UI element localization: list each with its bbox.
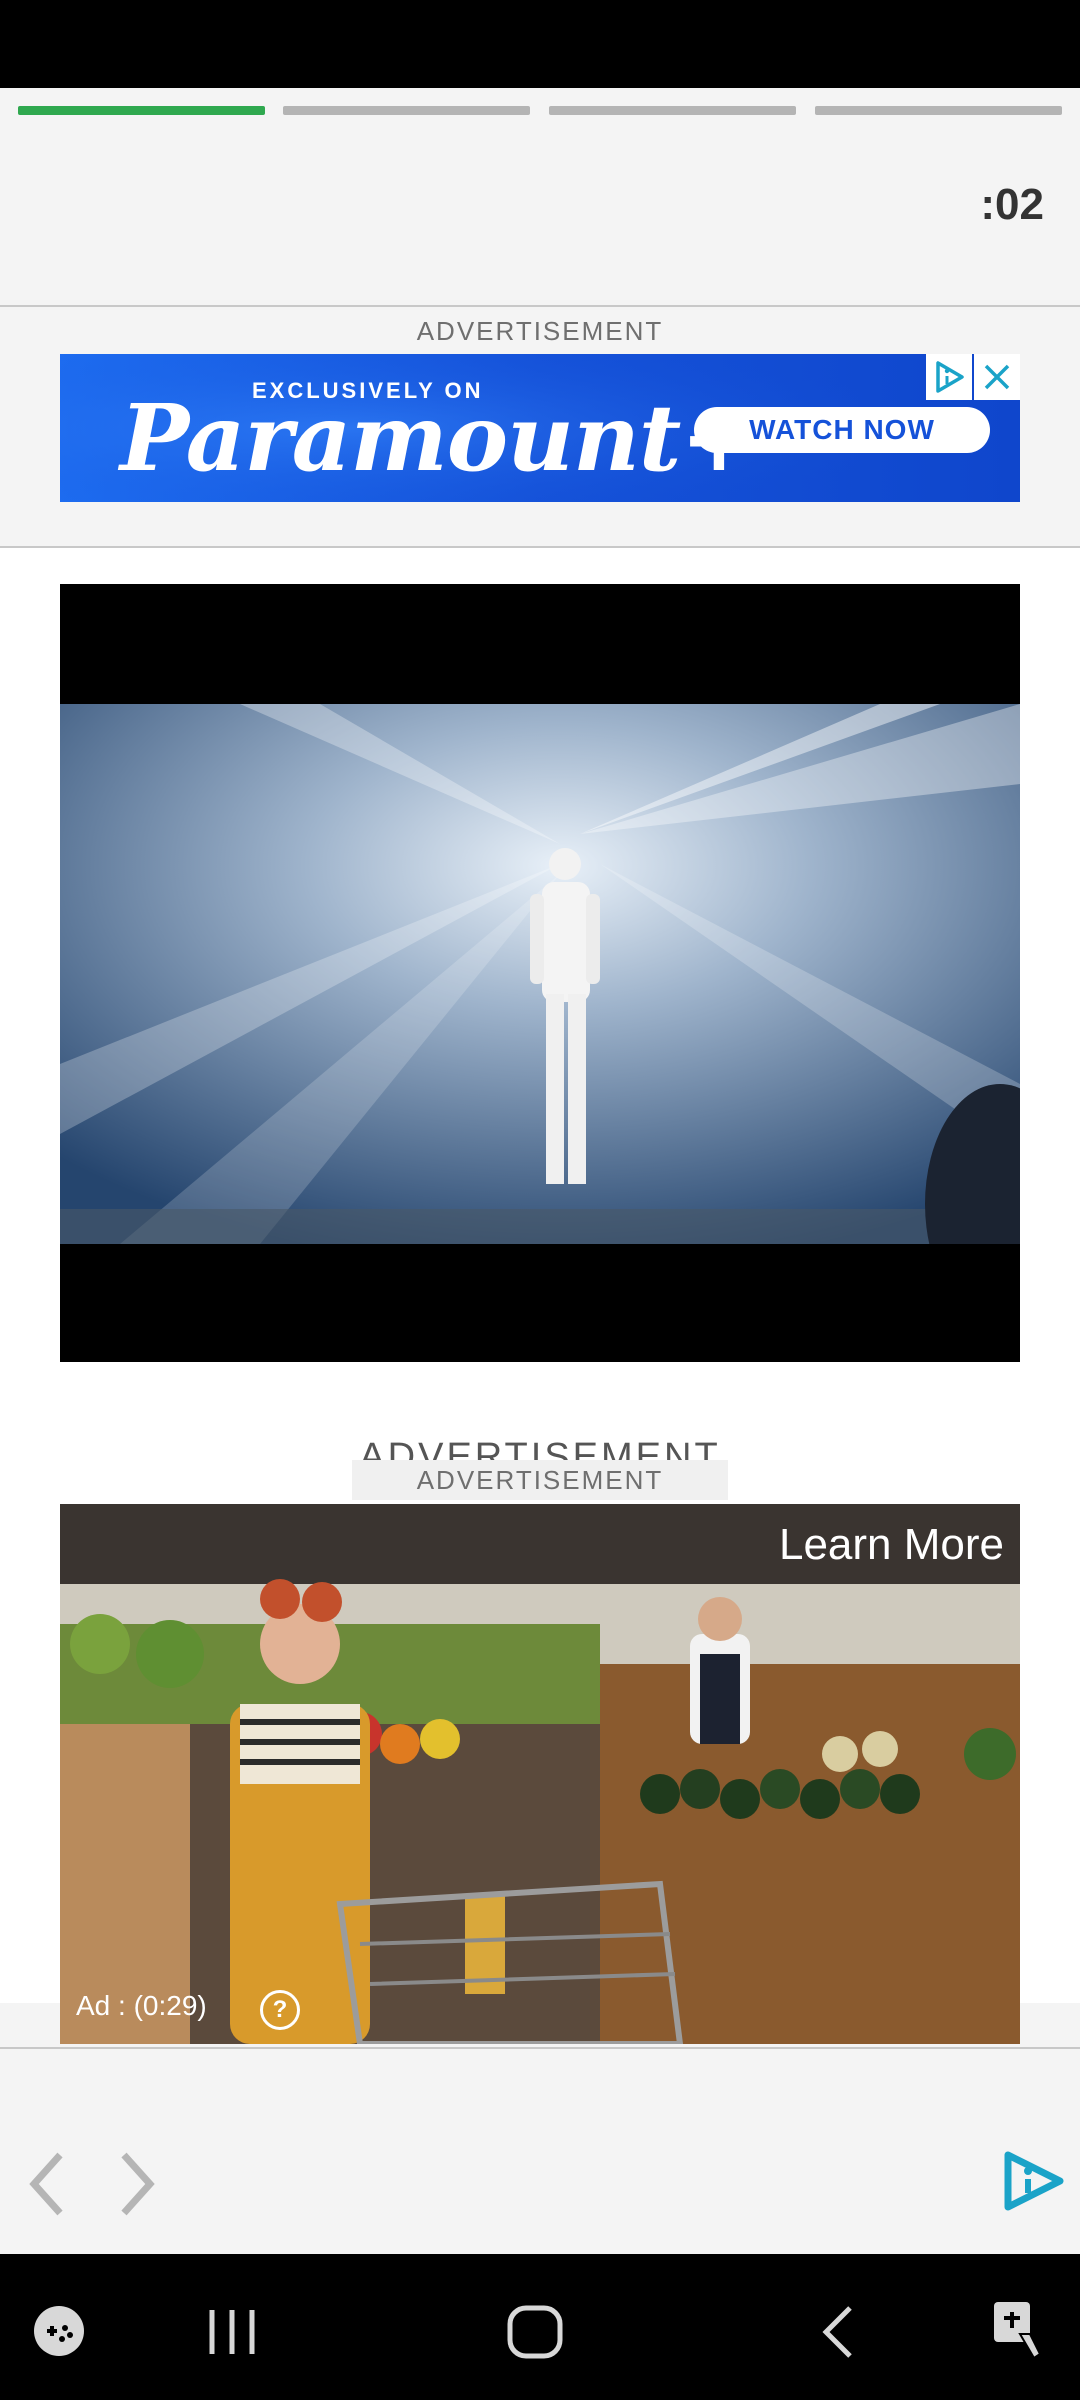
bottom-toolbar — [0, 2047, 1080, 2256]
banner-ad-label: ADVERTISEMENT — [416, 316, 664, 346]
video-player[interactable] — [60, 584, 1020, 1362]
progress-segment-2 — [283, 106, 530, 115]
video-ad-label: ADVERTISEMENT — [352, 1460, 728, 1500]
back-icon[interactable] — [818, 2304, 858, 2360]
ad-time: Ad : (0:29) — [76, 1990, 207, 2021]
play-brand-icon[interactable] — [1000, 2149, 1068, 2213]
banner-brand: Paramount+ — [120, 384, 757, 492]
progress-segment-1 — [18, 106, 265, 115]
learn-more-link[interactable]: Learn More — [779, 1520, 1004, 1570]
help-icon[interactable]: ? — [260, 1990, 300, 2030]
video-frame — [60, 704, 1020, 1244]
adchoices-icon[interactable] — [926, 354, 972, 400]
home-icon[interactable] — [506, 2304, 564, 2360]
ghost-ad-label: ADVERTISEMENT — [359, 1436, 721, 1460]
gamepad-icon[interactable] — [32, 2304, 86, 2358]
watch-now-button[interactable]: WATCH NOW — [694, 407, 990, 453]
status-bar — [0, 0, 1080, 88]
banner-ad[interactable]: EXCLUSIVELY ON Paramount+ WATCH NOW — [60, 354, 1020, 502]
video-ad[interactable]: Learn More Ad : (0:29) ? — [60, 1504, 1020, 2044]
recents-icon[interactable] — [204, 2306, 260, 2358]
top-divider — [0, 305, 1080, 307]
chevron-right-icon[interactable] — [116, 2149, 160, 2219]
chevron-left-icon[interactable] — [24, 2149, 68, 2219]
progress-segment-4 — [815, 106, 1062, 115]
countdown-timer: :02 — [980, 180, 1044, 229]
system-nav-bar — [0, 2254, 1080, 2400]
close-icon[interactable] — [974, 354, 1020, 400]
progress-segment-3 — [549, 106, 796, 115]
accessibility-icon[interactable] — [990, 2298, 1048, 2362]
video-ad-frame — [60, 1504, 1020, 2044]
